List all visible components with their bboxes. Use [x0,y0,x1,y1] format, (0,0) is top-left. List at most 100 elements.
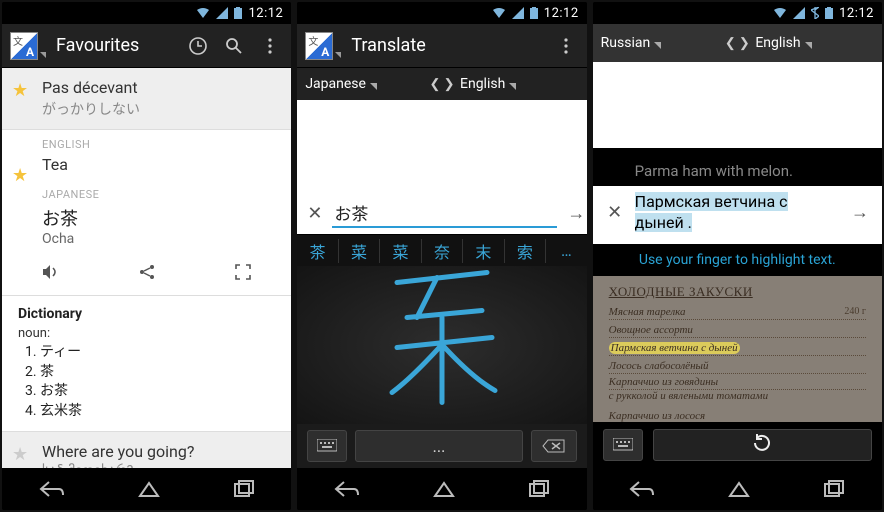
submit-icon[interactable]: → [850,202,870,223]
submit-icon[interactable]: → [567,203,585,224]
star-icon[interactable]: ★ [12,165,28,186]
candidate[interactable]: 菜 [380,239,421,263]
hint-text: Use your finger to highlight text. [593,244,882,276]
search-icon[interactable] [221,36,247,56]
keyboard-toggle-button[interactable] [603,429,643,461]
entry-source: Pas décevant [42,78,279,97]
nav-bar [297,468,586,510]
translate-app-icon [305,32,333,60]
speaker-icon[interactable] [41,263,59,285]
dictionary-block: Dictionary noun: ティー 茶 お茶 玄米茶 [2,296,291,431]
share-icon[interactable] [138,263,156,285]
lang-from[interactable]: Japanese [305,76,424,92]
detail-source-text: Tea [42,155,279,174]
lang-from[interactable]: Russian [601,35,720,51]
history-icon[interactable] [185,36,211,56]
lang-from-label: Russian [601,35,651,51]
menu-line: Лосось слабосолёный [609,360,866,374]
detail-target-text: お茶 [42,205,279,231]
menu-heading: ХОЛОДНЫЕ ЗАКУСКИ [609,284,753,300]
language-selector: Russian ❮ ❯ English [593,24,882,62]
candidate[interactable]: 奈 [422,239,463,263]
star-icon[interactable]: ★ [12,80,28,101]
lang-to[interactable]: English [755,35,874,51]
recents-button[interactable] [823,480,845,498]
dictionary-entry[interactable]: お茶 [40,382,275,402]
keyboard-toolbar: ... [297,424,586,468]
clear-icon[interactable]: ✕ [307,203,322,224]
recents-button[interactable] [528,480,550,498]
page-title: Translate [351,35,425,56]
dictionary-pos: noun: [18,326,275,341]
candidate[interactable]: 菜 [339,239,380,263]
translate-app-icon [10,32,38,60]
status-clock: 12:12 [544,6,579,21]
translate-input[interactable]: Пармская ветчина с дыней . [635,192,840,234]
result-area [593,62,882,148]
home-button[interactable] [433,480,455,498]
backspace-key[interactable] [531,430,577,462]
candidate[interactable]: … [546,241,586,260]
overflow-icon[interactable] [553,37,579,55]
candidate[interactable]: 索 [505,239,546,263]
dictionary-entry[interactable]: ティー [40,343,275,363]
star-icon[interactable]: ★ [12,444,28,465]
favourite-entry[interactable]: ★ Where are you going? საδ მიდიხარ? [2,432,291,468]
handwriting-stroke [377,263,507,413]
translate-input[interactable] [332,198,557,228]
clear-icon[interactable]: ✕ [605,202,625,223]
camera-viewport[interactable]: ХОЛОДНЫЕ ЗАКУСКИ Мясная тарелка240 г Ово… [593,276,882,422]
fullscreen-icon[interactable] [234,263,252,285]
app-spinner[interactable] [305,32,341,60]
menu-line: с рукколой и вялеными томатами [609,390,866,403]
language-selector: Japanese ❮ ❯ English [297,68,586,100]
space-key[interactable]: ... [355,430,522,462]
overflow-icon[interactable] [257,37,283,55]
detail-translit: Ocha [42,231,279,247]
handwriting-canvas[interactable] [297,266,586,424]
favourite-entry[interactable]: ★ Pas décevant がっかりしない [2,68,291,130]
action-bar: Favourites [2,24,291,68]
home-button[interactable] [728,480,750,498]
wifi-icon [492,7,506,19]
status-bar: 12:12 [297,2,586,24]
lang-to[interactable]: English [460,76,579,92]
input-bar: ✕ → [297,192,586,234]
chevron-down-icon [654,42,661,49]
recents-button[interactable] [233,480,255,498]
dictionary-entry[interactable]: 茶 [40,363,275,383]
result-area [297,100,586,192]
back-button[interactable] [334,480,360,498]
signal-icon [793,7,805,19]
menu-line: Карпаччио из лосося [609,410,866,422]
menu-line-highlighted: Пармская ветчина с дыней [609,342,866,356]
dictionary-entry[interactable]: 玄米茶 [40,402,275,422]
swap-languages-button[interactable]: ❮ ❯ [723,36,751,51]
chevron-down-icon [805,42,812,49]
swap-languages-button[interactable]: ❮ ❯ [428,77,456,92]
phone-translate-handwriting: 12:12 Translate Japanese ❮ ❯ English ✕ →… [297,2,586,510]
back-button[interactable] [39,480,65,498]
menu-line: Овощное ассорти [609,324,866,338]
input-bar: ✕ Пармская ветчина с дыней . → [593,186,882,244]
candidate[interactable]: 末 [463,239,504,263]
phone-favourites: 12:12 Favourites ★ Pas décevant がっかりしない … [2,2,291,510]
app-spinner[interactable] [10,32,46,60]
camera-toolbar [593,422,882,468]
candidate[interactable]: 茶 [297,239,338,263]
menu-line: Мясная тарелка240 г [609,306,866,320]
status-clock: 12:12 [248,6,283,21]
detail-target-row: お茶 Ocha [2,203,291,253]
input-selected-text: Пармская ветчина с дыней . [635,192,788,232]
home-button[interactable] [138,480,160,498]
menu-line: Карпаччио из говядины [609,376,866,390]
bluetooth-icon [811,7,819,19]
chevron-down-icon [509,83,516,90]
status-clock: 12:12 [839,6,874,21]
dictionary-heading: Dictionary [18,306,275,322]
page-title: Favourites [56,35,139,56]
back-button[interactable] [629,480,655,498]
keyboard-toggle-button[interactable] [307,430,347,462]
retake-button[interactable] [653,429,872,461]
chevron-down-icon [40,52,46,58]
